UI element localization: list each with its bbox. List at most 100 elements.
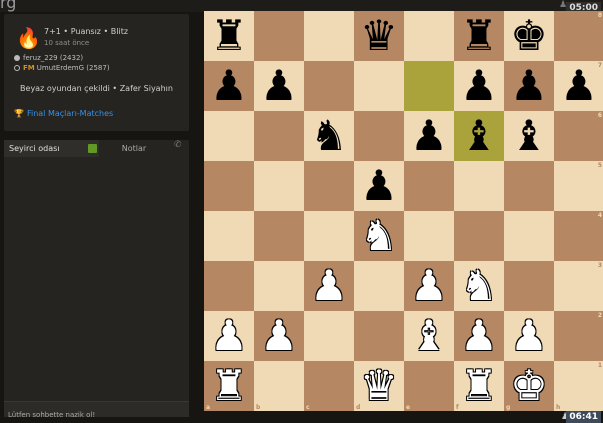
square-e8[interactable] — [404, 11, 454, 61]
square-f8[interactable]: ♜ — [454, 11, 504, 61]
black-bishop-piece[interactable]: ♝ — [460, 115, 498, 157]
square-h1[interactable]: 1h — [554, 361, 603, 411]
square-g6[interactable]: ♝ — [504, 111, 554, 161]
square-b7[interactable]: ♟ — [254, 61, 304, 111]
phone-icon[interactable]: ✆ — [174, 140, 182, 150]
square-c2[interactable] — [304, 311, 354, 361]
white-pawn-piece[interactable]: ♟ — [460, 315, 498, 357]
square-e5[interactable] — [404, 161, 454, 211]
white-rook-piece[interactable]: ♜ — [460, 365, 498, 407]
square-h4[interactable]: 4 — [554, 211, 603, 261]
chat-input[interactable] — [4, 407, 189, 423]
square-d3[interactable] — [354, 261, 404, 311]
square-c4[interactable] — [304, 211, 354, 261]
chess-board[interactable]: ♜ ♛ ♜ ♚ 8 ♟ ♟ ♟ ♟ ♟ 7 ♞ ♟ ♝ ♝ 6 ♟ 5 ♞ 4 ♟ ♟ ♞ 3 ♟ ♟ ♝ ♟ ♟ 2 ♜ a b c ♛ d e ♜ f ♚… — [204, 11, 603, 411]
white-knight-piece[interactable]: ♞ — [460, 265, 498, 307]
square-d6[interactable] — [354, 111, 404, 161]
white-pawn-piece[interactable]: ♟ — [410, 265, 448, 307]
square-h3[interactable]: 3 — [554, 261, 603, 311]
square-e2[interactable]: ♝ — [404, 311, 454, 361]
square-d4[interactable]: ♞ — [354, 211, 404, 261]
square-f7[interactable]: ♟ — [454, 61, 504, 111]
black-bishop-piece[interactable]: ♝ — [510, 115, 548, 157]
square-b5[interactable] — [254, 161, 304, 211]
square-e7[interactable] — [404, 61, 454, 111]
chat-input-box[interactable] — [4, 401, 189, 423]
square-b3[interactable] — [254, 261, 304, 311]
square-h6[interactable]: 6 — [554, 111, 603, 161]
black-pawn-piece[interactable]: ♟ — [260, 65, 298, 107]
square-g4[interactable] — [504, 211, 554, 261]
white-player-name[interactable]: feruz_229 (2432) — [23, 54, 83, 62]
tournament-name[interactable]: Final Maçları-Matches — [27, 109, 113, 118]
square-f3[interactable]: ♞ — [454, 261, 504, 311]
square-e1[interactable]: e — [404, 361, 454, 411]
square-a2[interactable]: ♟ — [204, 311, 254, 361]
chat-toggle[interactable] — [88, 144, 97, 153]
square-g8[interactable]: ♚ — [504, 11, 554, 61]
black-knight-piece[interactable]: ♞ — [310, 115, 348, 157]
square-d5[interactable]: ♟ — [354, 161, 404, 211]
square-e6[interactable]: ♟ — [404, 111, 454, 161]
square-a5[interactable] — [204, 161, 254, 211]
black-king-piece[interactable]: ♚ — [510, 15, 548, 57]
square-c6[interactable]: ♞ — [304, 111, 354, 161]
square-g3[interactable] — [504, 261, 554, 311]
tab-spectator-room[interactable]: Seyirci odası — [4, 140, 99, 157]
square-f4[interactable] — [454, 211, 504, 261]
square-c3[interactable]: ♟ — [304, 261, 354, 311]
square-a4[interactable] — [204, 211, 254, 261]
black-pawn-piece[interactable]: ♟ — [510, 65, 548, 107]
square-b8[interactable] — [254, 11, 304, 61]
square-g2[interactable]: ♟ — [504, 311, 554, 361]
black-rook-piece[interactable]: ♜ — [210, 15, 248, 57]
square-g7[interactable]: ♟ — [504, 61, 554, 111]
white-pawn-piece[interactable]: ♟ — [210, 315, 248, 357]
square-c1[interactable]: c — [304, 361, 354, 411]
black-pawn-piece[interactable]: ♟ — [560, 65, 598, 107]
square-a6[interactable] — [204, 111, 254, 161]
square-c5[interactable] — [304, 161, 354, 211]
square-f6[interactable]: ♝ — [454, 111, 504, 161]
white-bishop-piece[interactable]: ♝ — [410, 315, 448, 357]
square-h2[interactable]: 2 — [554, 311, 603, 361]
tournament-link[interactable]: 🏆 Final Maçları-Matches — [14, 109, 113, 118]
white-pawn-piece[interactable]: ♟ — [310, 265, 348, 307]
square-e3[interactable]: ♟ — [404, 261, 454, 311]
black-pawn-piece[interactable]: ♟ — [460, 65, 498, 107]
square-d2[interactable] — [354, 311, 404, 361]
square-d1[interactable]: ♛ d — [354, 361, 404, 411]
square-e4[interactable] — [404, 211, 454, 261]
square-b1[interactable]: b — [254, 361, 304, 411]
black-pawn-piece[interactable]: ♟ — [410, 115, 448, 157]
square-f1[interactable]: ♜ f — [454, 361, 504, 411]
black-player[interactable]: FM UmutErdemG (2587) — [14, 64, 110, 72]
square-h8[interactable]: 8 — [554, 11, 603, 61]
square-b6[interactable] — [254, 111, 304, 161]
square-f2[interactable]: ♟ — [454, 311, 504, 361]
square-g1[interactable]: ♚ g — [504, 361, 554, 411]
square-a1[interactable]: ♜ a — [204, 361, 254, 411]
white-player[interactable]: feruz_229 (2432) — [14, 54, 83, 62]
white-rook-piece[interactable]: ♜ — [210, 365, 248, 407]
square-a7[interactable]: ♟ — [204, 61, 254, 111]
square-h7[interactable]: ♟ 7 — [554, 61, 603, 111]
white-pawn-piece[interactable]: ♟ — [260, 315, 298, 357]
square-g5[interactable] — [504, 161, 554, 211]
white-queen-piece[interactable]: ♛ — [360, 365, 398, 407]
square-d7[interactable] — [354, 61, 404, 111]
square-b4[interactable] — [254, 211, 304, 261]
black-pawn-piece[interactable]: ♟ — [210, 65, 248, 107]
black-pawn-piece[interactable]: ♟ — [360, 165, 398, 207]
white-pawn-piece[interactable]: ♟ — [510, 315, 548, 357]
square-d8[interactable]: ♛ — [354, 11, 404, 61]
square-b2[interactable]: ♟ — [254, 311, 304, 361]
white-king-piece[interactable]: ♚ — [510, 365, 548, 407]
site-logo[interactable]: rg — [0, 0, 16, 12]
black-rook-piece[interactable]: ♜ — [460, 15, 498, 57]
tab-notes[interactable]: Notlar — [99, 140, 169, 157]
square-c8[interactable] — [304, 11, 354, 61]
square-c7[interactable] — [304, 61, 354, 111]
square-h5[interactable]: 5 — [554, 161, 603, 211]
square-a3[interactable] — [204, 261, 254, 311]
